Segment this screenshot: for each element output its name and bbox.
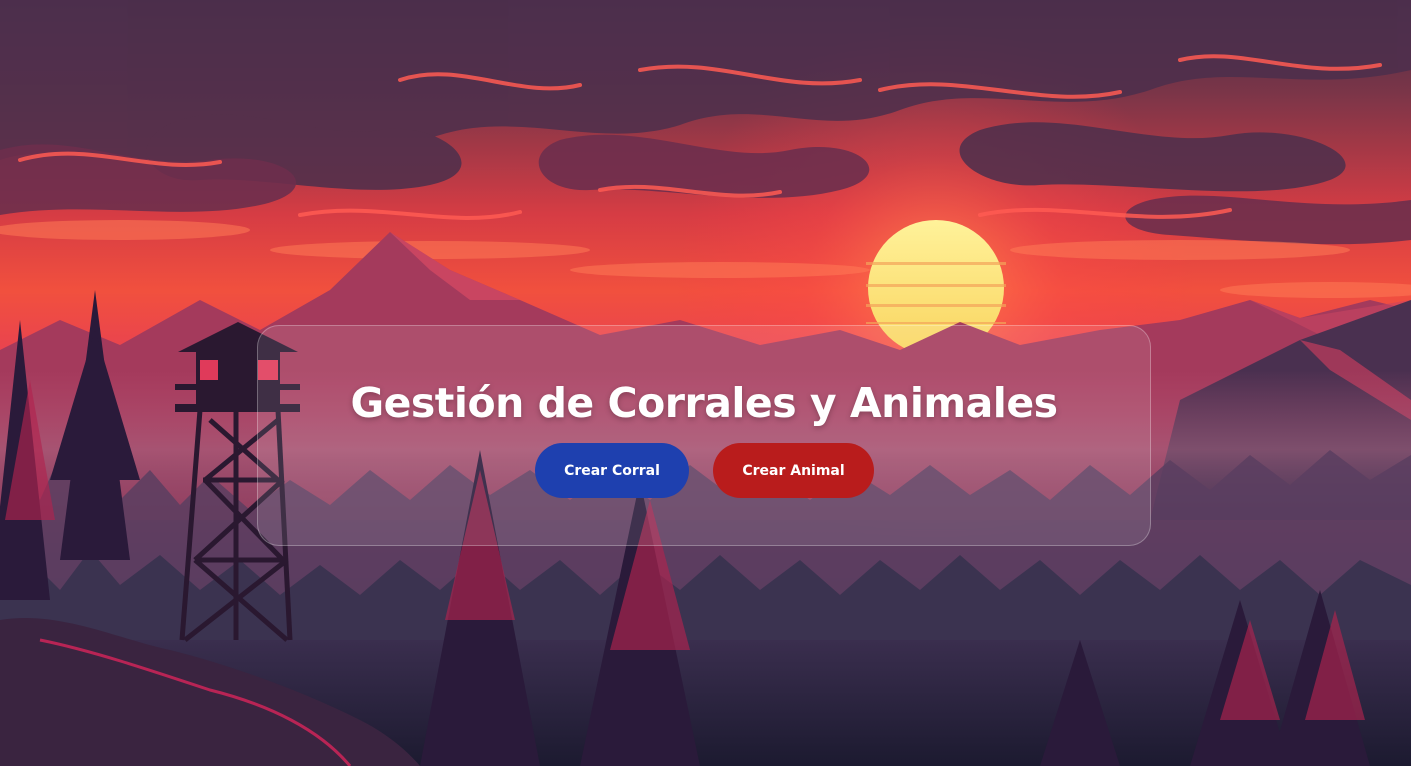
create-corral-button[interactable]: Crear Corral — [535, 443, 689, 498]
page-title: Gestión de Corrales y Animales — [350, 379, 1058, 427]
main-panel: Gestión de Corrales y Animales Crear Cor… — [257, 325, 1151, 546]
create-animal-button[interactable]: Crear Animal — [713, 443, 874, 498]
